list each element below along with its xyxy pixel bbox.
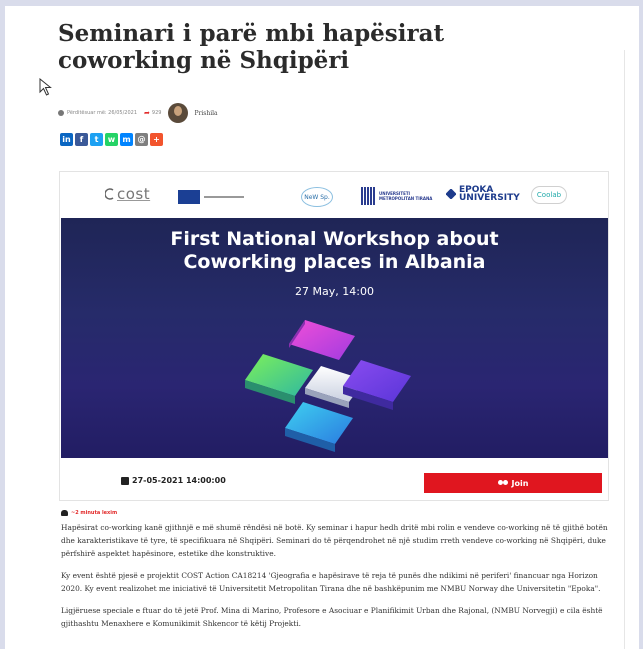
new-space-logo: NeW Sp. [301, 187, 333, 207]
email-icon[interactable]: @ [135, 133, 148, 146]
article-body: Hapësirat co-working kanë gjithnjë e më … [61, 521, 609, 639]
sidebar-divider [624, 50, 625, 649]
article-paragraph: Hapësirat co-working kanë gjithnjë e më … [61, 523, 608, 558]
author-name[interactable]: Prishila [194, 110, 217, 117]
cost-logo: cost [105, 185, 150, 203]
banner-headline-line-2: Coworking places in Albania [183, 251, 486, 273]
users-icon [497, 480, 508, 486]
published-date: Përditësuar më: 26/05/2021 [67, 110, 138, 116]
share-icon: ➦ [144, 109, 150, 117]
author-avatar[interactable] [168, 103, 189, 123]
whatsapp-icon[interactable]: w [105, 133, 118, 146]
event-banner-image: First National Workshop about Coworking … [61, 218, 608, 458]
epoka-mark-icon [446, 189, 456, 199]
facebook-icon[interactable]: f [75, 133, 88, 146]
epoka-logo: EPOKA UNIVERSITY [446, 186, 520, 203]
twitter-icon[interactable]: t [90, 133, 103, 146]
join-button[interactable]: Join [424, 473, 602, 493]
article-paragraph: Ligjëruese speciale e ftuar do të jetë P… [61, 606, 603, 628]
banner-headline-line-1: First National Workshop about [170, 228, 499, 250]
linkedin-icon[interactable]: in [60, 133, 73, 146]
join-label: Join [511, 478, 529, 488]
more-icon[interactable]: + [150, 133, 163, 146]
coolab-logo: Coolab [531, 186, 567, 204]
share-count: 929 [151, 110, 162, 116]
puzzle-illustration [245, 320, 411, 452]
mouse-cursor-icon [39, 78, 52, 96]
article-card: Seminari i parë mbi hapësirat coworking … [5, 6, 639, 649]
calendar-icon [121, 476, 129, 485]
cost-mark-icon [105, 188, 114, 200]
article-paragraph: Ky event është pjesë e projektit COST Ac… [61, 571, 601, 593]
clock-icon [58, 110, 64, 116]
person-icon [61, 510, 68, 516]
event-datetime-text: 27-05-2021 14:00:00 [132, 476, 226, 485]
read-time-text: ~2 minuta lexim [71, 510, 118, 516]
messenger-icon[interactable]: m [120, 133, 133, 146]
event-info-bar: 27-05-2021 14:00:00 Join [61, 464, 608, 500]
umt-logo: UNIVERSITETI METROPOLITAN TIRANA [361, 187, 437, 205]
article-title: Seminari i parë mbi hapësirat coworking … [58, 20, 445, 74]
read-time: ~2 minuta lexim [61, 510, 117, 516]
banner-date: 27 May, 14:00 [295, 285, 374, 298]
article-meta: Përditësuar më: 26/05/2021 ➦ 929 Prishil… [58, 102, 218, 124]
event-datetime: 27-05-2021 14:00:00 [121, 476, 226, 485]
partner-logos: cost NeW Sp. UNIVERSITETI METROPOLITAN T… [61, 173, 608, 219]
social-share-bar: in f t w m @ + [60, 133, 163, 146]
eu-horizon-logo [178, 190, 244, 204]
